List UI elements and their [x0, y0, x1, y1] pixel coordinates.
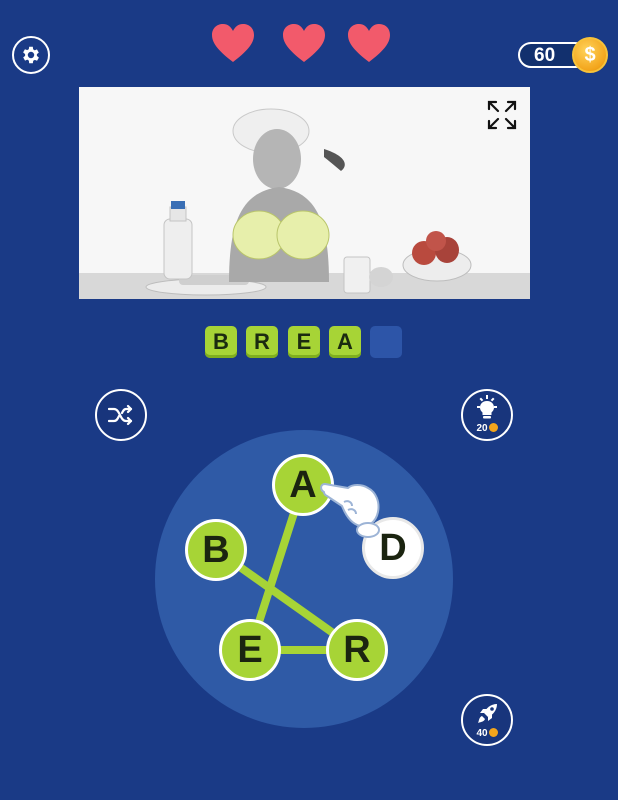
- shuffle-icon: [108, 404, 133, 426]
- coin-count: 60: [534, 45, 556, 66]
- hint-button[interactable]: 20: [461, 389, 513, 441]
- puzzle-picture: [79, 87, 530, 299]
- wheel-letter-r[interactable]: R: [326, 619, 388, 681]
- life-heart-icon: [283, 24, 325, 62]
- wheel-letter-e[interactable]: E: [219, 619, 281, 681]
- coin-icon: [488, 728, 498, 737]
- wheel-letter-b[interactable]: B: [185, 519, 247, 581]
- answer-tile: R: [246, 326, 278, 358]
- gear-icon: [23, 46, 39, 64]
- hint-cost: 20: [463, 423, 511, 434]
- answer-tile: A: [329, 326, 361, 358]
- lightbulb-icon: [477, 395, 497, 419]
- expand-icon[interactable]: [486, 99, 518, 131]
- coin-icon: [488, 423, 498, 432]
- life-heart-icon: [212, 24, 254, 62]
- answer-tile: B: [205, 326, 237, 358]
- boost-button[interactable]: 40: [461, 694, 513, 746]
- answer-tile-empty: [370, 326, 402, 358]
- rocket-icon: [478, 704, 497, 723]
- boost-cost: 40: [463, 728, 511, 739]
- answer-tile: E: [288, 326, 320, 358]
- settings-button[interactable]: [12, 36, 50, 74]
- coin-icon: $: [572, 37, 608, 73]
- pointer-hand-icon: [320, 483, 380, 538]
- photo-illustration: [79, 87, 530, 299]
- shuffle-button[interactable]: [95, 389, 147, 441]
- life-heart-icon: [348, 24, 390, 62]
